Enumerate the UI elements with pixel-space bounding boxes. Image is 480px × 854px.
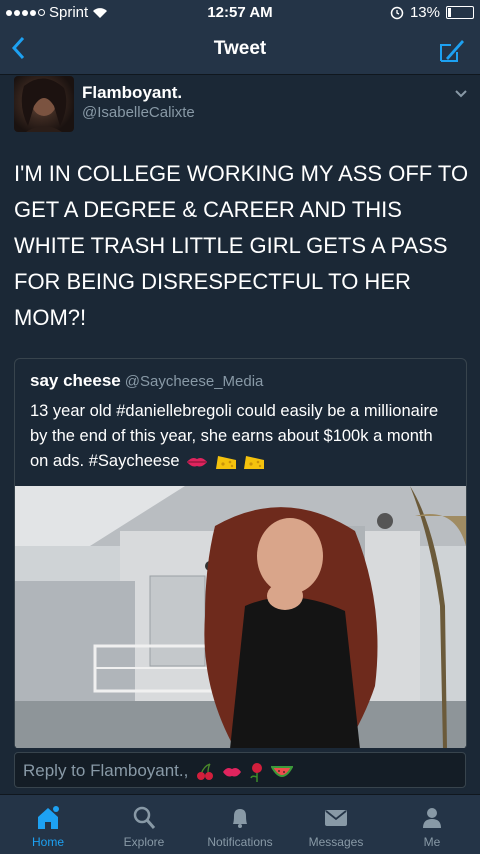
envelope-icon: [325, 810, 347, 826]
cherries-emoji: [197, 762, 214, 780]
compose-button[interactable]: [438, 36, 466, 69]
chevron-down-icon: [455, 90, 467, 98]
tab-explore-label: Explore: [123, 835, 165, 849]
quote-text-block: 13 year old #daniellebregoli could easil…: [30, 399, 455, 474]
page-title: Tweet: [213, 38, 267, 59]
watermelon-emoji: [271, 765, 294, 777]
person-icon: [423, 808, 441, 828]
photo-image: [15, 486, 466, 749]
alarm-icon: [390, 6, 404, 19]
bell-icon: [233, 809, 247, 828]
nav-bar: Tweet: [0, 26, 480, 75]
battery-icon: [446, 6, 474, 19]
cheese-emoji: [244, 455, 265, 469]
lips-emoji: [187, 457, 208, 467]
quote-author-handle: @Saycheese_Media: [124, 373, 264, 390]
tab-bar: Home Explore Notifications Messages Me: [0, 794, 480, 854]
tab-notifications-label: Notifications: [207, 835, 273, 849]
tab-messages[interactable]: Messages: [288, 795, 384, 854]
tab-notifications[interactable]: Notifications: [192, 795, 288, 854]
profile-photo: [21, 78, 67, 132]
quote-author-name: say cheese: [30, 371, 121, 390]
tab-explore[interactable]: Explore: [96, 795, 192, 854]
tab-me[interactable]: Me: [384, 795, 480, 854]
author-handle[interactable]: @IsabelleCalixte: [82, 104, 195, 121]
tab-home-label: Home: [31, 835, 64, 849]
status-bar: Sprint 12:57 AM 13%: [0, 0, 480, 26]
avatar[interactable]: [14, 76, 74, 132]
reply-bar: Reply to Flamboyant.,: [0, 748, 480, 794]
battery-group: 13%: [390, 4, 474, 21]
battery-percent: 13%: [409, 4, 440, 21]
search-icon: [133, 806, 156, 829]
reply-input[interactable]: Reply to Flamboyant.,: [14, 752, 466, 788]
cheese-emoji: [215, 455, 236, 469]
compose-icon: [440, 40, 464, 62]
tab-me-label: Me: [423, 835, 441, 849]
quote-author[interactable]: say cheese @Saycheese_Media: [30, 371, 263, 391]
tweet-options[interactable]: [454, 86, 468, 102]
quoted-tweet[interactable]: say cheese @Saycheese_Media 13 year old #…: [14, 358, 467, 750]
tweet-text: I'M IN COLLEGE WORKING MY ASS OFF TO GET…: [14, 161, 469, 330]
author-name[interactable]: Flamboyant.: [82, 83, 182, 103]
quote-photo[interactable]: [15, 486, 466, 749]
kiss-mark-emoji: [222, 767, 241, 777]
tab-home[interactable]: Home: [0, 795, 96, 854]
tab-messages-label: Messages: [308, 835, 364, 849]
home-icon: [38, 806, 59, 829]
rose-emoji: [249, 762, 262, 782]
reply-placeholder: Reply to Flamboyant.,: [23, 761, 294, 782]
